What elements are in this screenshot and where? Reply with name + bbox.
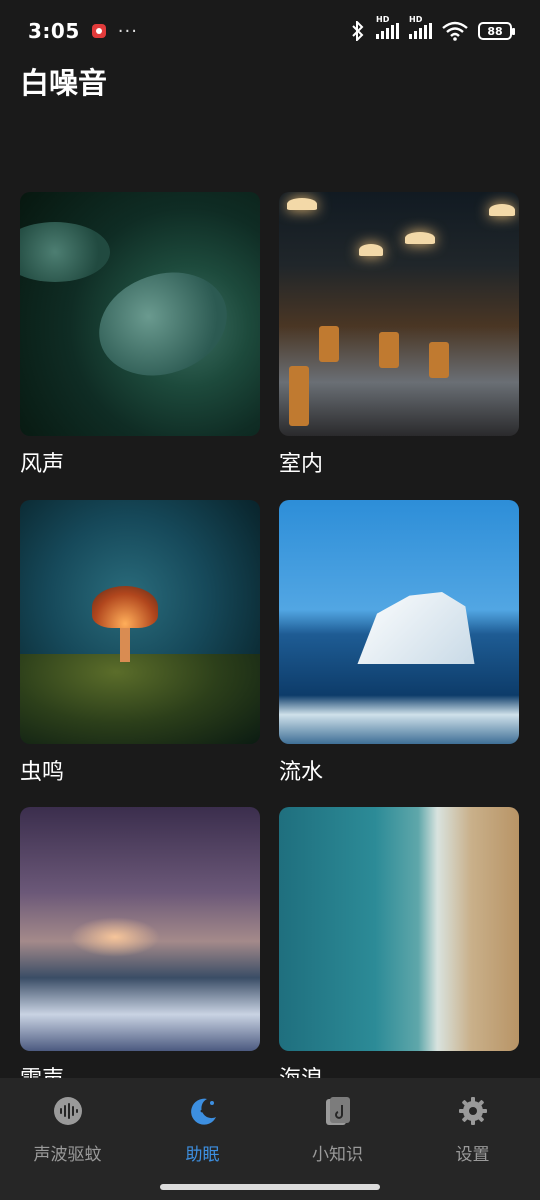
sound-card-insects[interactable]: 虫鸣 bbox=[20, 500, 260, 788]
sound-label: 海浪 bbox=[279, 1065, 519, 1078]
more-notifications-icon: ··· bbox=[117, 20, 138, 42]
indoor-thumbnail bbox=[279, 192, 519, 436]
sound-label: 雷声 bbox=[20, 1065, 260, 1078]
bluetooth-icon bbox=[352, 21, 364, 41]
nav-label: 设置 bbox=[455, 1145, 490, 1165]
nav-item-mosquito-repellent[interactable]: 声波驱蚊 bbox=[0, 1078, 135, 1200]
nav-item-sleep-aid[interactable]: 助眠 bbox=[135, 1078, 270, 1200]
thunder-thumbnail bbox=[20, 807, 260, 1051]
nav-item-tips[interactable]: 小知识 bbox=[270, 1078, 405, 1200]
bottom-nav: 声波驱蚊 助眠 小知识 设置 bbox=[0, 1078, 540, 1200]
sound-card-wind[interactable]: 风声 bbox=[20, 192, 260, 480]
status-time: 3:05 bbox=[28, 19, 80, 43]
screen-record-icon bbox=[91, 24, 106, 38]
insects-thumbnail bbox=[20, 500, 260, 744]
nav-label: 声波驱蚊 bbox=[33, 1145, 102, 1165]
cellular-signal-2-icon: HD bbox=[409, 15, 432, 39]
soundwave-icon bbox=[51, 1094, 85, 1128]
status-right: HD HD 88 bbox=[350, 15, 515, 41]
sound-grid: 风声 室内 虫鸣 流水 雷声 海浪 bbox=[20, 192, 520, 1078]
wifi-icon bbox=[442, 21, 468, 41]
nav-label: 小知识 bbox=[312, 1145, 363, 1165]
home-indicator[interactable] bbox=[160, 1184, 380, 1190]
status-bar: 3:05 ··· HD HD 88 bbox=[0, 0, 540, 62]
battery-icon: 88 bbox=[478, 22, 515, 40]
battery-level: 88 bbox=[487, 24, 503, 38]
cellular-signal-1-icon: HD bbox=[376, 15, 399, 39]
sound-label: 虫鸣 bbox=[20, 760, 65, 785]
sound-card-water[interactable]: 流水 bbox=[279, 500, 519, 788]
nav-label: 助眠 bbox=[185, 1145, 220, 1165]
sound-label: 风声 bbox=[20, 452, 65, 477]
book-icon bbox=[321, 1094, 355, 1128]
sound-card-indoor[interactable]: 室内 bbox=[279, 192, 519, 480]
gear-icon bbox=[456, 1094, 490, 1128]
moon-star-icon bbox=[186, 1094, 220, 1128]
wind-thumbnail bbox=[20, 192, 260, 436]
hd-tag: HD bbox=[376, 15, 390, 24]
sound-card-waves[interactable]: 海浪 bbox=[279, 807, 519, 1078]
status-left: 3:05 ··· bbox=[28, 19, 138, 43]
nav-item-settings[interactable]: 设置 bbox=[405, 1078, 540, 1200]
sound-label: 流水 bbox=[279, 760, 324, 785]
hd-tag: HD bbox=[409, 15, 423, 24]
sound-label: 室内 bbox=[279, 452, 324, 477]
page-title: 白噪音 bbox=[20, 66, 108, 100]
water-thumbnail bbox=[279, 500, 519, 744]
waves-thumbnail bbox=[279, 807, 519, 1051]
sound-card-thunder[interactable]: 雷声 bbox=[20, 807, 260, 1078]
